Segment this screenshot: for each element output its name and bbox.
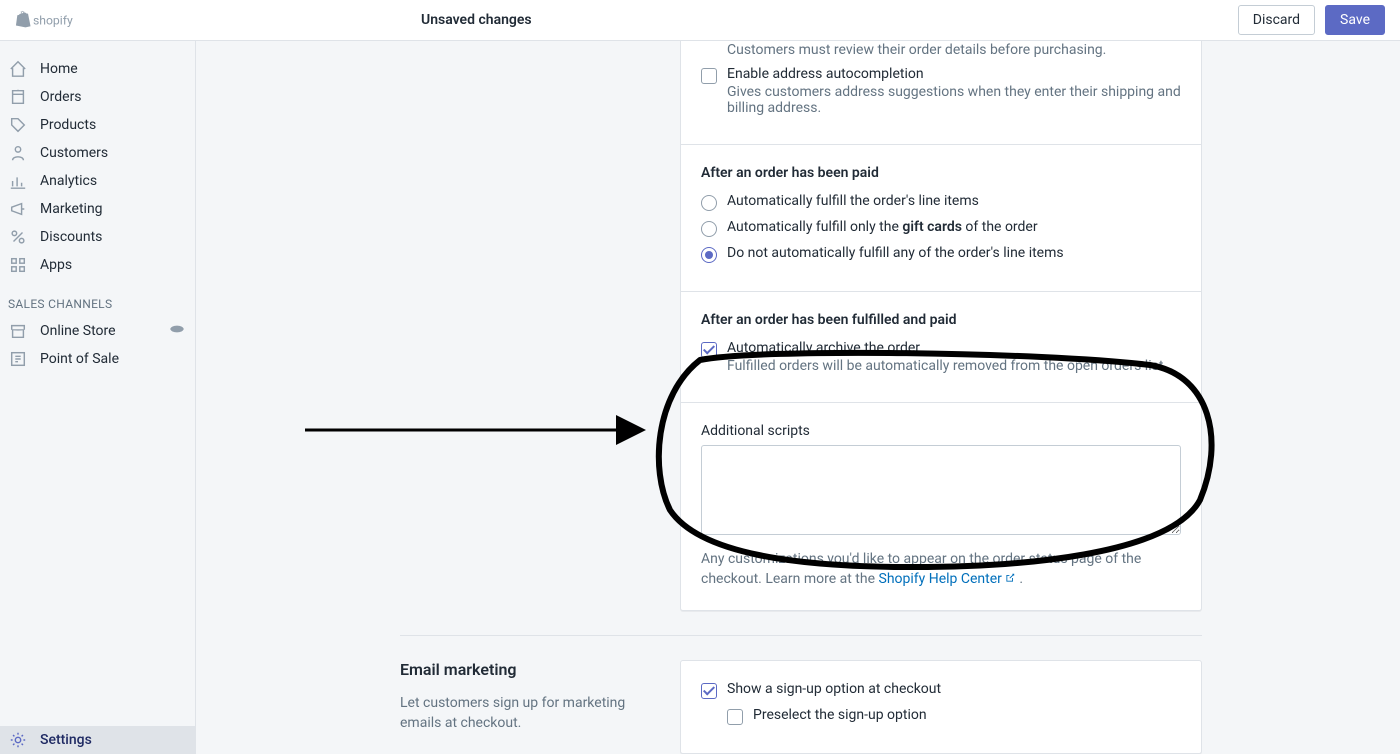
checkbox-icon[interactable]	[701, 68, 717, 84]
fulfilled-section-title: After an order has been fulfilled and pa…	[701, 312, 1181, 328]
nav-products[interactable]: Products	[0, 111, 195, 139]
enable-autocomplete-label: Enable address autocompletion	[727, 66, 1181, 82]
products-icon	[8, 115, 28, 135]
show-signup-choice[interactable]: Show a sign-up option at checkout	[701, 681, 1181, 699]
nav-orders[interactable]: Orders	[0, 83, 195, 111]
nav-label: Home	[40, 61, 78, 77]
fulfill-all-label: Automatically fulfill the order's line i…	[727, 193, 979, 209]
fulfill-all-choice[interactable]: Automatically fulfill the order's line i…	[701, 193, 1181, 211]
discounts-icon	[8, 227, 28, 247]
order-processing-card: Customers must review their order detail…	[680, 41, 1202, 611]
archive-order-choice[interactable]: Automatically archive the order Fulfille…	[701, 340, 1181, 374]
shopify-logo-icon: shopify	[15, 9, 85, 31]
giftcards-bold: gift cards	[902, 219, 962, 235]
pos-icon	[8, 349, 28, 369]
additional-scripts-label: Additional scripts	[701, 423, 1181, 439]
checkbox-icon[interactable]	[701, 683, 717, 699]
store-icon	[8, 321, 28, 341]
show-signup-label: Show a sign-up option at checkout	[727, 681, 941, 697]
fulfill-giftcards-choice[interactable]: Automatically fulfill only the gift card…	[701, 219, 1181, 237]
nav-label: Discounts	[40, 229, 102, 245]
radio-icon[interactable]	[701, 195, 717, 211]
discard-button[interactable]: Discard	[1238, 5, 1315, 35]
topbar-title: Unsaved changes	[421, 12, 532, 28]
radio-icon[interactable]	[701, 247, 717, 263]
help-center-text: Shopify Help Center	[879, 571, 1002, 587]
email-marketing-desc: Let customers sign up for marketing emai…	[400, 693, 650, 734]
nav-analytics[interactable]: Analytics	[0, 167, 195, 195]
home-icon	[8, 59, 28, 79]
paid-section-title: After an order has been paid	[701, 165, 1181, 181]
radio-icon[interactable]	[701, 221, 717, 237]
giftcards-suffix: of the order	[962, 219, 1038, 235]
nav-label: Online Store	[40, 323, 116, 339]
nav-label: Orders	[40, 89, 82, 105]
main-content: Customers must review their order detail…	[196, 41, 1400, 754]
giftcards-prefix: Automatically fulfill only the	[727, 219, 902, 235]
do-not-fulfill-choice[interactable]: Do not automatically fulfill any of the …	[701, 245, 1181, 263]
orders-icon	[8, 87, 28, 107]
marketing-icon	[8, 199, 28, 219]
checkbox-icon[interactable]	[701, 342, 717, 358]
gear-icon	[8, 730, 28, 750]
eye-icon[interactable]	[169, 321, 185, 341]
help-center-link[interactable]: Shopify Help Center	[879, 571, 1016, 587]
enable-autocomplete-choice[interactable]: Enable address autocompletion Gives cust…	[701, 66, 1181, 116]
analytics-icon	[8, 171, 28, 191]
additional-scripts-desc: Any customizations you'd like to appear …	[701, 549, 1181, 590]
enable-autocomplete-desc: Gives customers address suggestions when…	[727, 84, 1181, 116]
nav-label: Products	[40, 117, 96, 133]
nav-home[interactable]: Home	[0, 55, 195, 83]
nav-label: Analytics	[40, 173, 97, 189]
archive-order-label: Automatically archive the order	[727, 340, 1167, 356]
do-not-fulfill-label: Do not automatically fulfill any of the …	[727, 245, 1064, 261]
nav-label: Point of Sale	[40, 351, 119, 367]
review-order-desc: Customers must review their order detail…	[727, 42, 1106, 58]
nav-label: Customers	[40, 145, 108, 161]
customers-icon	[8, 143, 28, 163]
preselect-signup-choice[interactable]: Preselect the sign-up option	[727, 707, 1181, 725]
email-marketing-heading: Email marketing	[400, 660, 650, 679]
sidebar: Home Orders Products Customers Analytics…	[0, 41, 196, 754]
sales-channels-heading: SALES CHANNELS	[0, 279, 195, 317]
nav-label: Marketing	[40, 201, 103, 217]
nav-marketing[interactable]: Marketing	[0, 195, 195, 223]
nav-online-store[interactable]: Online Store	[0, 317, 195, 345]
archive-order-desc: Fulfilled orders will be automatically r…	[727, 358, 1167, 374]
preselect-signup-label: Preselect the sign-up option	[753, 707, 927, 723]
topbar-actions: Discard Save	[1238, 5, 1385, 35]
nav-apps[interactable]: Apps	[0, 251, 195, 279]
review-order-desc-row: Customers must review their order detail…	[727, 42, 1181, 58]
nav-label: Settings	[40, 732, 92, 748]
nav-label: Apps	[40, 257, 72, 273]
save-button[interactable]: Save	[1325, 5, 1385, 35]
nav-main: Home Orders Products Customers Analytics…	[0, 41, 195, 279]
external-link-icon	[1004, 572, 1016, 584]
nav-discounts[interactable]: Discounts	[0, 223, 195, 251]
nav-settings[interactable]: Settings	[0, 726, 195, 754]
nav-customers[interactable]: Customers	[0, 139, 195, 167]
apps-icon	[8, 255, 28, 275]
fulfill-giftcards-label: Automatically fulfill only the gift card…	[727, 219, 1038, 235]
sales-channels-label: SALES CHANNELS	[8, 297, 112, 311]
section-divider	[400, 635, 1202, 636]
topbar: shopify Unsaved changes Discard Save	[0, 0, 1400, 41]
brand-logo[interactable]: shopify	[15, 9, 196, 31]
svg-text:shopify: shopify	[33, 13, 73, 27]
email-marketing-card: Show a sign-up option at checkout Presel…	[680, 660, 1202, 754]
nav-pos[interactable]: Point of Sale	[0, 345, 195, 373]
checkbox-icon[interactable]	[727, 709, 743, 725]
scripts-desc-suffix: .	[1016, 571, 1023, 587]
additional-scripts-textarea[interactable]	[701, 445, 1181, 535]
